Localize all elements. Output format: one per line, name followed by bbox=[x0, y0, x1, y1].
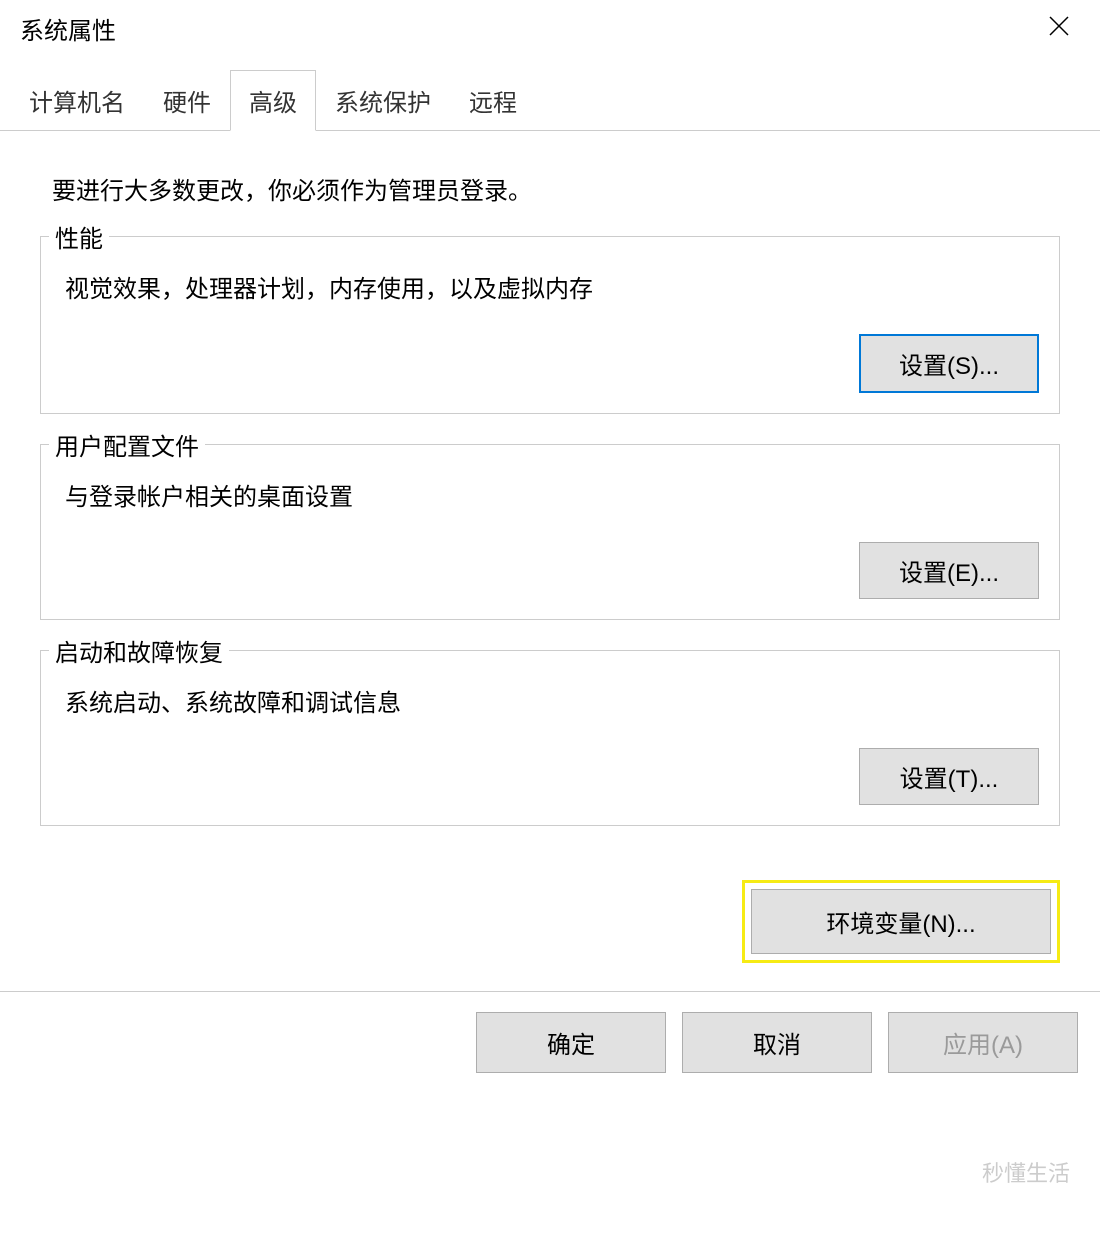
user-profiles-legend: 用户配置文件 bbox=[49, 427, 205, 462]
cancel-button[interactable]: 取消 bbox=[682, 1012, 872, 1073]
close-icon[interactable] bbox=[1038, 10, 1080, 46]
performance-settings-button[interactable]: 设置(S)... bbox=[859, 334, 1039, 393]
tab-advanced[interactable]: 高级 bbox=[230, 70, 316, 131]
fieldset-user-profiles: 用户配置文件 与登录帐户相关的桌面设置 设置(E)... bbox=[40, 444, 1060, 620]
performance-legend: 性能 bbox=[49, 219, 109, 254]
tab-system-protection[interactable]: 系统保护 bbox=[316, 70, 450, 130]
startup-legend: 启动和故障恢复 bbox=[49, 633, 229, 668]
startup-settings-button[interactable]: 设置(T)... bbox=[859, 748, 1039, 805]
environment-variables-button[interactable]: 环境变量(N)... bbox=[751, 889, 1051, 954]
tab-remote[interactable]: 远程 bbox=[450, 70, 536, 130]
fieldset-startup: 启动和故障恢复 系统启动、系统故障和调试信息 设置(T)... bbox=[40, 650, 1060, 826]
apply-button[interactable]: 应用(A) bbox=[888, 1012, 1078, 1073]
tab-hardware[interactable]: 硬件 bbox=[144, 70, 230, 130]
env-var-highlight: 环境变量(N)... bbox=[742, 880, 1060, 963]
watermark: 秒懂生活 bbox=[982, 1156, 1070, 1188]
window-title: 系统属性 bbox=[20, 11, 116, 46]
dialog-footer: 确定 取消 应用(A) bbox=[0, 991, 1100, 1093]
startup-desc: 系统启动、系统故障和调试信息 bbox=[65, 683, 1039, 718]
user-profiles-desc: 与登录帐户相关的桌面设置 bbox=[65, 477, 1039, 512]
user-profiles-settings-button[interactable]: 设置(E)... bbox=[859, 542, 1039, 599]
intro-text: 要进行大多数更改，你必须作为管理员登录。 bbox=[52, 171, 1050, 206]
ok-button[interactable]: 确定 bbox=[476, 1012, 666, 1073]
performance-desc: 视觉效果，处理器计划，内存使用，以及虚拟内存 bbox=[65, 269, 1039, 304]
fieldset-performance: 性能 视觉效果，处理器计划，内存使用，以及虚拟内存 设置(S)... bbox=[40, 236, 1060, 414]
tab-computer-name[interactable]: 计算机名 bbox=[10, 70, 144, 130]
tab-bar: 计算机名 硬件 高级 系统保护 远程 bbox=[0, 70, 1100, 131]
